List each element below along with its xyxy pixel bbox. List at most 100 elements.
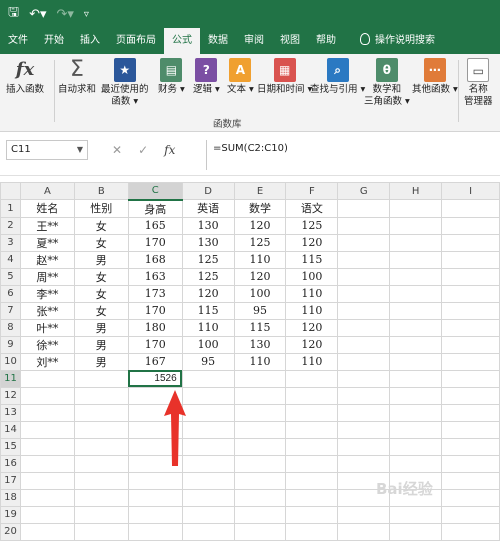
cell[interactable]: 男 xyxy=(73,335,129,354)
cell[interactable]: 女 xyxy=(73,267,129,286)
cell[interactable] xyxy=(441,216,500,235)
cell[interactable] xyxy=(441,420,500,439)
cell[interactable]: 女 xyxy=(73,301,129,320)
column-header[interactable]: D xyxy=(181,182,235,200)
cell[interactable] xyxy=(73,437,129,456)
recent-functions-button[interactable]: ★ 最近使用的 函数 ▾ xyxy=(101,58,149,108)
cell[interactable] xyxy=(127,471,183,490)
cell[interactable]: 125 xyxy=(233,233,287,252)
cell[interactable]: 身高 xyxy=(127,199,183,218)
row-header[interactable]: 8 xyxy=(0,318,21,337)
cell[interactable] xyxy=(337,267,391,286)
row-header[interactable]: 3 xyxy=(0,233,21,252)
cell[interactable]: 赵** xyxy=(19,250,75,269)
cell[interactable] xyxy=(19,488,75,507)
cell[interactable] xyxy=(441,250,500,269)
cell[interactable] xyxy=(181,471,235,490)
cell[interactable]: 120 xyxy=(181,284,235,303)
cell[interactable] xyxy=(389,420,443,439)
cell[interactable]: 英语 xyxy=(181,199,235,218)
cell[interactable] xyxy=(73,454,129,473)
cell[interactable]: 叶** xyxy=(19,318,75,337)
cell[interactable] xyxy=(233,369,287,388)
cell[interactable] xyxy=(389,403,443,422)
cell[interactable] xyxy=(337,335,391,354)
cell[interactable] xyxy=(233,505,287,524)
row-header[interactable]: 1 xyxy=(0,199,21,218)
formula-input[interactable]: =SUM(C2:C10) xyxy=(206,140,500,170)
cell[interactable] xyxy=(389,335,443,354)
cell[interactable] xyxy=(233,437,287,456)
cell[interactable]: 男 xyxy=(73,318,129,337)
cell[interactable] xyxy=(389,369,443,388)
cell[interactable]: 张** xyxy=(19,301,75,320)
column-header[interactable]: E xyxy=(233,182,287,200)
cell[interactable] xyxy=(73,471,129,490)
column-header[interactable]: B xyxy=(73,182,129,200)
cell[interactable]: 167 xyxy=(127,352,183,371)
cell[interactable]: 130 xyxy=(181,233,235,252)
cell[interactable] xyxy=(389,437,443,456)
row-header[interactable]: 20 xyxy=(0,522,21,541)
cell[interactable]: 173 xyxy=(127,284,183,303)
cell[interactable]: 110 xyxy=(233,250,287,269)
cell[interactable]: 夏** xyxy=(19,233,75,252)
cell[interactable] xyxy=(285,471,339,490)
cell[interactable] xyxy=(19,403,75,422)
tab-6[interactable]: 审阅 xyxy=(236,28,272,54)
cell[interactable]: 163 xyxy=(127,267,183,286)
cell[interactable]: 女 xyxy=(73,233,129,252)
cell[interactable]: 180 xyxy=(127,318,183,337)
row-header[interactable]: 2 xyxy=(0,216,21,235)
cell[interactable] xyxy=(441,488,500,507)
cell[interactable] xyxy=(389,250,443,269)
cell[interactable] xyxy=(441,505,500,524)
cell[interactable] xyxy=(441,199,500,218)
cell[interactable] xyxy=(19,420,75,439)
cell[interactable] xyxy=(389,454,443,473)
column-header[interactable]: G xyxy=(337,182,391,200)
cell[interactable]: 170 xyxy=(127,301,183,320)
cell[interactable]: 110 xyxy=(285,284,339,303)
row-header[interactable]: 5 xyxy=(0,267,21,286)
cell[interactable] xyxy=(389,505,443,524)
cell[interactable] xyxy=(389,386,443,405)
cell[interactable]: 男 xyxy=(73,352,129,371)
row-header[interactable]: 10 xyxy=(0,352,21,371)
cell[interactable] xyxy=(441,386,500,405)
cell[interactable] xyxy=(389,301,443,320)
cell[interactable] xyxy=(233,522,287,541)
cell[interactable]: 130 xyxy=(181,216,235,235)
cell[interactable] xyxy=(337,386,391,405)
tab-4[interactable]: 公式 xyxy=(164,28,200,54)
cell[interactable] xyxy=(441,318,500,337)
column-header[interactable]: A xyxy=(19,182,75,200)
cell[interactable] xyxy=(285,369,339,388)
cell[interactable]: 120 xyxy=(285,335,339,354)
cell[interactable] xyxy=(233,471,287,490)
cell[interactable]: 170 xyxy=(127,335,183,354)
enter-check-icon[interactable]: ✓ xyxy=(138,143,148,157)
cell[interactable] xyxy=(441,471,500,490)
cell[interactable] xyxy=(389,352,443,371)
cell[interactable] xyxy=(233,403,287,422)
row-header[interactable]: 14 xyxy=(0,420,21,439)
text-button[interactable]: A 文本 ▾ xyxy=(227,58,254,96)
tab-8[interactable]: 帮助 xyxy=(308,28,344,54)
cell[interactable]: 165 xyxy=(127,216,183,235)
save-icon[interactable]: 🖫 xyxy=(8,3,19,25)
cell[interactable] xyxy=(233,420,287,439)
autosum-button[interactable]: Σ 自动求和 xyxy=(58,58,96,96)
cell[interactable]: 数学 xyxy=(233,199,287,218)
cell[interactable]: 110 xyxy=(233,352,287,371)
cell[interactable] xyxy=(441,369,500,388)
cell[interactable] xyxy=(233,488,287,507)
cell[interactable]: 125 xyxy=(181,267,235,286)
cell[interactable] xyxy=(337,352,391,371)
row-header[interactable]: 7 xyxy=(0,301,21,320)
column-header[interactable]: C xyxy=(127,182,183,201)
cell[interactable]: 100 xyxy=(285,267,339,286)
cell[interactable]: 95 xyxy=(181,352,235,371)
cell[interactable] xyxy=(233,454,287,473)
column-header[interactable]: F xyxy=(285,182,339,200)
